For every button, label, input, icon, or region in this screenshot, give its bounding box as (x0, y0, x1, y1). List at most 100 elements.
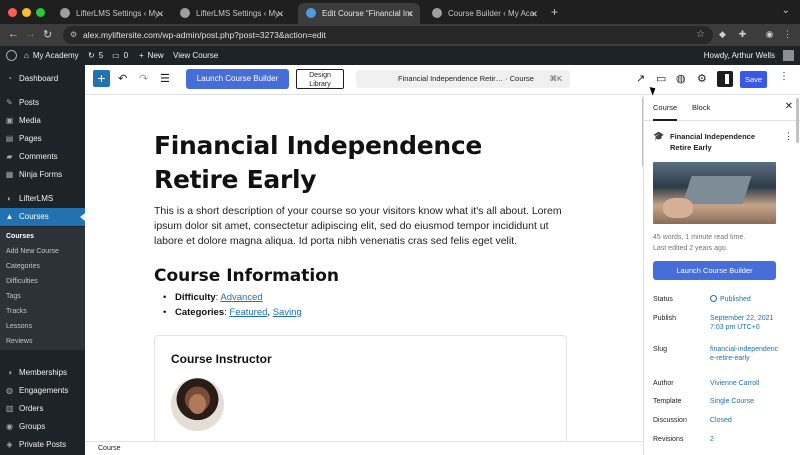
back-icon[interactable]: ← (8, 28, 19, 40)
browser-tab[interactable]: Course Builder ‹ My Academ ✕ (424, 3, 544, 24)
menu-label: LifterLMS (19, 194, 54, 203)
my-account-menu[interactable]: Howdy, Arthur Wells (704, 46, 794, 65)
submenu-item-courses[interactable]: Courses (6, 230, 34, 244)
preview-device-icon[interactable]: ▭ (656, 72, 666, 86)
discussion-value[interactable]: Closed (710, 416, 780, 425)
forward-icon[interactable]: → (25, 28, 36, 40)
profile-icon[interactable]: ◉ (764, 29, 775, 40)
revisions-value[interactable]: 2 (710, 435, 780, 444)
minimize-window-button[interactable] (22, 8, 31, 17)
bookmark-star-icon[interactable]: ☆ (696, 26, 705, 44)
url-text: alex.myliftersite.com/wp-admin/post.php?… (83, 30, 326, 40)
publish-date-value[interactable]: September 22, 2021 7:03 pm UTC+0 (710, 314, 780, 332)
category-link[interactable]: Saving (273, 307, 302, 318)
menu-item-pages[interactable]: ▤ Pages (0, 130, 85, 148)
undo-icon[interactable]: ↶ (118, 72, 127, 86)
course-description[interactable]: This is a short description of your cour… (154, 204, 564, 249)
submenu-item-tracks[interactable]: Tracks (6, 305, 27, 319)
document-overview-icon[interactable]: ☰ (160, 72, 170, 86)
browser-tab[interactable]: LifterLMS Settings ‹ My Acad ✕ (172, 3, 290, 24)
view-course-link[interactable]: View Course (173, 46, 218, 65)
menu-item-media[interactable]: ▣ Media (0, 112, 85, 130)
chevron-down-icon[interactable]: ⌄ (782, 5, 790, 16)
close-tab-icon[interactable]: ✕ (530, 6, 538, 23)
wp-logo-menu[interactable] (6, 46, 17, 65)
updates-link[interactable]: ↻ 5 (88, 46, 103, 65)
design-library-button[interactable]: Design Library (296, 69, 344, 89)
close-window-button[interactable] (8, 8, 17, 17)
browser-tab-active[interactable]: Edit Course “Financial Indep ✕ (298, 3, 420, 24)
settings-sidebar-toggle-icon[interactable] (717, 71, 733, 87)
list-item: Difficulty: Advanced (163, 290, 302, 305)
submenu-item-difficulties[interactable]: Difficulties (6, 275, 38, 289)
course-information-heading[interactable]: Course Information (154, 266, 339, 286)
site-name-link[interactable]: ⌂ My Academy (24, 46, 79, 65)
site-info-icon[interactable]: ⚙ (70, 26, 77, 44)
comments-link[interactable]: ▭ 0 (112, 46, 128, 65)
tab-course[interactable]: Course (653, 95, 678, 121)
cart-icon: ▥ (5, 404, 14, 413)
menu-item-posts[interactable]: ✎ Posts (0, 94, 85, 112)
submenu-item-categories[interactable]: Categories (6, 260, 40, 274)
browser-tab[interactable]: LifterLMS Settings ‹ My Acad ✕ (52, 3, 170, 24)
graduation-cap-icon: 🎓 (653, 131, 665, 141)
slug-value[interactable]: financial-independence-retire-early (710, 345, 780, 363)
sidebar-launch-course-builder-button[interactable]: Launch Course Builder (653, 261, 776, 280)
close-icon[interactable]: ✕ (785, 101, 793, 112)
kebab-menu-icon[interactable]: ⋮ (784, 131, 793, 142)
reload-icon[interactable]: ↻ (43, 28, 52, 41)
menu-item-ninja-forms[interactable]: ▦ Ninja Forms (0, 166, 85, 184)
block-settings-icon[interactable]: ⚙ (697, 72, 707, 86)
author-value[interactable]: Vivienne Carroll (710, 379, 780, 388)
jetpack-icon[interactable]: ◍ (676, 72, 686, 86)
view-label: View Course (173, 51, 219, 60)
featured-image[interactable] (653, 162, 776, 224)
url-bar[interactable]: ⚙ alex.myliftersite.com/wp-admin/post.ph… (63, 26, 713, 44)
close-tab-icon[interactable]: ✕ (156, 6, 164, 23)
sidebar-scrollbar[interactable] (796, 98, 799, 143)
block-breadcrumb[interactable]: Course (85, 441, 643, 455)
browser-menu-icon[interactable]: ⋮ (782, 29, 793, 40)
menu-item-memberships[interactable]: ◑ Memberships (0, 364, 85, 382)
menu-item-comments[interactable]: ▰ Comments (0, 148, 85, 166)
wordpress-favicon-icon (432, 8, 442, 18)
course-instructor-block[interactable]: Course Instructor (154, 335, 567, 441)
menu-item-dashboard[interactable]: ◔ Dashboard (0, 70, 85, 88)
close-tab-icon[interactable]: ✕ (276, 6, 284, 23)
status-value[interactable]: Published (710, 295, 780, 304)
close-tab-icon[interactable]: ✕ (406, 6, 414, 23)
menu-item-lifterlms[interactable]: ◐ LifterLMS (0, 190, 85, 208)
menu-item-private-posts[interactable]: ◈ Private Posts (0, 436, 85, 454)
wordpress-logo-icon (6, 50, 17, 61)
submenu-item-reviews[interactable]: Reviews (6, 335, 32, 349)
menu-label: Private Posts (19, 440, 67, 449)
page-icon: ▤ (5, 134, 14, 143)
screen: LifterLMS Settings ‹ My Acad ✕ LifterLMS… (0, 0, 800, 455)
menu-item-groups[interactable]: ◉ Groups (0, 418, 85, 436)
block-inserter-button[interactable]: + (93, 70, 110, 87)
updates-icon: ↻ (88, 51, 95, 60)
published-check-icon (710, 295, 717, 302)
launch-course-builder-button[interactable]: Launch Course Builder (186, 69, 289, 89)
command-palette-bar[interactable]: Financial Independence Retir… · Course ⌘… (356, 70, 570, 88)
extension-shield-icon[interactable]: ◆ (717, 29, 728, 40)
menu-item-courses[interactable]: ▲ Courses (0, 208, 85, 226)
category-link[interactable]: Featured (229, 307, 267, 318)
menu-item-engagements[interactable]: ◍ Engagements (0, 382, 85, 400)
submenu-item-add-new[interactable]: Add New Course (6, 245, 59, 259)
submenu-item-lessons[interactable]: Lessons (6, 320, 32, 334)
submenu-item-tags[interactable]: Tags (6, 290, 21, 304)
new-content-link[interactable]: + New (139, 46, 164, 65)
menu-item-orders[interactable]: ▥ Orders (0, 400, 85, 418)
more-options-icon[interactable]: ⋮ (779, 71, 789, 82)
view-post-icon[interactable]: ↗ (636, 72, 645, 86)
difficulty-link[interactable]: Advanced (220, 292, 262, 303)
course-title[interactable]: Financial Independence Retire Early (154, 129, 574, 197)
redo-icon[interactable]: ↷ (139, 72, 148, 86)
tab-block[interactable]: Block (692, 95, 710, 121)
new-tab-icon[interactable]: + (551, 5, 558, 19)
extensions-puzzle-icon[interactable]: ✚ (737, 29, 748, 40)
maximize-window-button[interactable] (36, 8, 45, 17)
template-value[interactable]: Single Course (710, 397, 780, 406)
save-button[interactable]: Save (740, 71, 767, 88)
